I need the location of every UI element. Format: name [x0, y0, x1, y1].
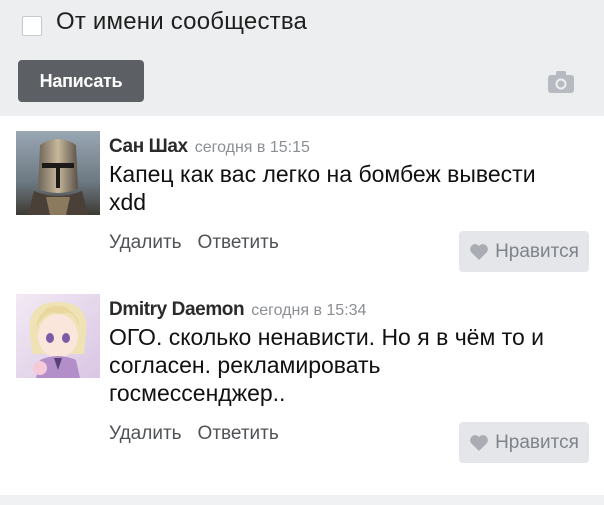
like-label: Нравится [495, 240, 579, 262]
reply-button[interactable]: Ответить [198, 423, 279, 445]
comment-author[interactable]: Сан Шах [109, 136, 188, 158]
delete-button[interactable]: Удалить [109, 423, 182, 445]
comment-text: Капец как вас легко на бомбеж вывести xd… [109, 160, 589, 216]
anime-girl-avatar [16, 294, 100, 378]
comment-author-line: Dmitry Daemon сегодня в 15:34 [109, 299, 366, 321]
comment-text-line: согласен. рекламировать [109, 352, 381, 378]
comment-composer: От имени сообщества Написать [0, 0, 604, 116]
comment-actions: Удалить Ответить [109, 423, 279, 445]
heart-icon [470, 434, 488, 451]
comment-actions: Удалить Ответить [109, 232, 279, 254]
comment-time[interactable]: сегодня в 15:15 [195, 139, 310, 157]
community-checkbox-label[interactable]: От имени сообщества [56, 8, 307, 36]
like-button[interactable]: Нравится [459, 231, 589, 272]
delete-button[interactable]: Удалить [109, 232, 182, 254]
avatar[interactable] [16, 294, 100, 378]
comment-text-line: Капец как вас легко на бомбеж вывести [109, 161, 536, 187]
comment-text-line: ОГО. сколько ненависти. Но я в чём то и [109, 324, 544, 350]
knight-helmet-avatar [16, 131, 100, 215]
camera-icon[interactable] [547, 70, 575, 94]
comment-author-line: Сан Шах сегодня в 15:15 [109, 136, 310, 158]
comment-time[interactable]: сегодня в 15:34 [251, 302, 366, 320]
write-button[interactable]: Написать [18, 60, 144, 102]
heart-icon [470, 243, 488, 260]
community-checkbox[interactable] [22, 16, 42, 36]
comment-text-line: госмессенджер.. [109, 380, 286, 406]
like-button[interactable]: Нравится [459, 422, 589, 463]
community-checkbox-row[interactable]: От имени сообщества [22, 8, 307, 36]
comment-text-line: xdd [109, 189, 147, 215]
comment-text: ОГО. сколько ненависти. Но я в чём то и … [109, 323, 589, 407]
like-label: Нравится [495, 431, 579, 453]
reply-button[interactable]: Ответить [198, 232, 279, 254]
bottom-divider [0, 495, 604, 505]
comment-author[interactable]: Dmitry Daemon [109, 299, 245, 321]
avatar[interactable] [16, 131, 100, 215]
